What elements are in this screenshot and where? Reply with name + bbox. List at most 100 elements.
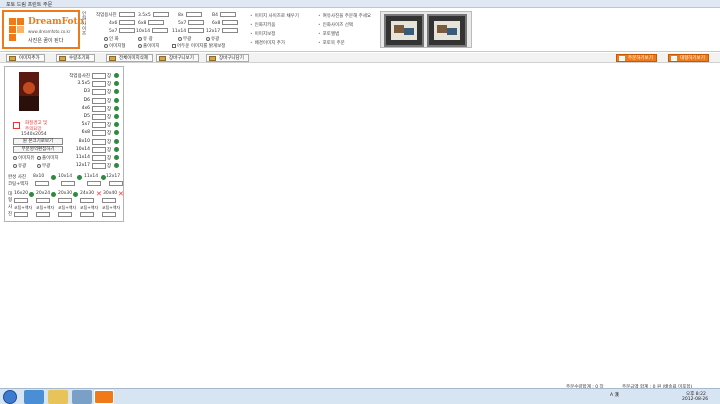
size-qty-c4-2[interactable]: 12x17: [206, 28, 239, 34]
size-qty-c2-2[interactable]: 10x14: [136, 28, 169, 34]
panel-option-image[interactable]: 이미지유: [13, 155, 35, 161]
view-cart-button[interactable]: 장바구니보기: [156, 54, 199, 62]
large-qty-select[interactable]: [80, 198, 94, 203]
link-correct[interactable]: 이미지보정: [250, 31, 276, 37]
large-qty-select[interactable]: [58, 198, 72, 203]
delete-icon: [109, 56, 116, 61]
size-unit: 장: [107, 82, 112, 88]
size-qty-c1-2[interactable]: 5x7: [109, 28, 136, 34]
check-icon: [114, 130, 119, 136]
check-icon: [51, 192, 56, 197]
option-glossy[interactable]: 유 광: [138, 36, 153, 42]
add-image-button[interactable]: 이미지추가: [6, 54, 45, 62]
size-row-label: 11x14: [75, 155, 90, 160]
large-frame-select[interactable]: [36, 212, 50, 217]
order-view-button[interactable]: 주문하기보기: [616, 54, 657, 62]
window-title: 포토 드림 프린트 주문: [6, 2, 53, 8]
media-taskbar-icon[interactable]: [72, 390, 92, 404]
large-frame-select[interactable]: [102, 212, 116, 217]
folder-icon: [9, 56, 16, 61]
crop-edit-button[interactable]: 부분영역편집하기: [13, 146, 63, 153]
panel-option-glossy[interactable]: 유광: [13, 163, 26, 169]
option-glossy-2[interactable]: 유광: [206, 36, 219, 42]
size-qty-c4-1[interactable]: 6x8: [212, 20, 239, 26]
large-frame-select[interactable]: [14, 212, 28, 217]
image-resolution: 1540x2054: [21, 132, 47, 137]
ie-taskbar-icon[interactable]: [24, 390, 44, 404]
size-qty-input[interactable]: [92, 73, 106, 79]
check-icon: [29, 192, 34, 197]
size-qty-c1-1[interactable]: 4x6: [109, 20, 136, 26]
option-print[interactable]: 인 화: [104, 36, 119, 42]
link-photo-album[interactable]: 포토앨범: [318, 31, 340, 37]
large-frame-select[interactable]: [58, 212, 72, 217]
size-qty-c4-0[interactable]: B4: [212, 12, 236, 18]
close-icon: ✕: [118, 190, 124, 198]
delete-all-button[interactable]: 전체이미지삭제: [106, 54, 153, 62]
size-qty-c2-1[interactable]: 6x8: [138, 20, 165, 26]
frame-qty-select[interactable]: [61, 181, 75, 186]
toolbar: 이미지추가 수량초기화 전체이미지삭제 장바구니보기 장바구니담기 주문하기보기…: [0, 53, 720, 63]
panel-option-matte[interactable]: 무광: [37, 163, 50, 169]
frame-qty-select[interactable]: [87, 181, 101, 186]
check-icon: [73, 192, 78, 197]
sample-thumbnails: [380, 11, 472, 48]
start-button[interactable]: [3, 390, 17, 404]
size-unit: 장: [107, 139, 112, 145]
thumbnail-2[interactable]: [427, 14, 467, 47]
check-icon: [114, 97, 119, 103]
explorer-taskbar-icon[interactable]: [48, 390, 68, 404]
dreamfoto-taskbar-icon[interactable]: [94, 390, 114, 404]
size-qty-input[interactable]: [92, 146, 106, 153]
warning-checkbox[interactable]: [13, 122, 20, 129]
size-row: 5x7 장: [65, 122, 125, 129]
size-qty-input[interactable]: [92, 89, 106, 96]
photo-thumbnail[interactable]: [19, 72, 39, 111]
size-qty-input[interactable]: [92, 81, 106, 88]
size-qty-input[interactable]: [92, 138, 106, 145]
option-image-type[interactable]: 이미지형: [104, 43, 126, 49]
option-matte[interactable]: 무광: [178, 36, 191, 42]
view-original-button[interactable]: 원 본크기로보기: [13, 138, 63, 145]
link-enlarge[interactable]: 인화지키움: [250, 22, 276, 28]
large-qty-select[interactable]: [36, 198, 50, 203]
link-add-background[interactable]: 배경이미지 추가: [250, 40, 285, 46]
size-qty-input[interactable]: [92, 122, 106, 129]
size-qty-c3-1[interactable]: 5x7: [178, 20, 205, 26]
size-qty-input[interactable]: [92, 105, 106, 112]
check-icon: [114, 138, 119, 144]
size-qty-input[interactable]: [92, 130, 106, 137]
size-qty-c2-0[interactable]: 3.5x5: [138, 12, 169, 18]
frame-qty-select[interactable]: [35, 181, 49, 186]
large-view-button[interactable]: 대형하기보기: [668, 54, 709, 62]
reset-qty-button[interactable]: 수량초기화: [56, 54, 95, 62]
ime-indicator[interactable]: A 漢: [610, 392, 619, 398]
option-full-image[interactable]: 풀이미지: [138, 43, 160, 49]
frame-qty-select[interactable]: [109, 181, 123, 186]
size-qty-c3-2[interactable]: 11x14: [172, 28, 205, 34]
link-fill-size[interactable]: 이미지 사이즈로 채우기: [250, 13, 299, 19]
size-qty-input[interactable]: [92, 114, 106, 120]
large-size-2: 20x30: [58, 191, 73, 196]
add-to-cart-button[interactable]: 장바구니담기: [206, 54, 249, 62]
large-icon: [671, 56, 677, 61]
size-qty-input[interactable]: [92, 155, 106, 161]
size-qty-c1-0[interactable]: 작업용사진: [96, 12, 135, 18]
panel-option-full[interactable]: 풀이미지: [37, 155, 59, 161]
size-qty-c3-0[interactable]: 8x: [178, 12, 202, 18]
large-qty-select[interactable]: [14, 198, 28, 203]
thumbnail-1[interactable]: [384, 14, 424, 47]
link-extra-order[interactable]: 여유사진을 주문해 주세요: [318, 13, 371, 19]
link-photobook[interactable]: 포토북 주문: [318, 40, 345, 46]
option-brighten-dark[interactable]: 어두운 이미지를 밝게보정: [172, 43, 225, 49]
size-qty-input[interactable]: [92, 163, 106, 170]
link-size-select[interactable]: 인화사이즈 선택: [318, 22, 353, 28]
side-label-1: 형: [8, 198, 13, 203]
size-section-label: 인화사이즈: [82, 12, 87, 37]
size-row-label: 5x7: [81, 122, 90, 128]
size-row-label: 6x8: [81, 130, 90, 136]
size-qty-input[interactable]: [92, 97, 106, 104]
large-frame-select[interactable]: [80, 212, 94, 217]
size-row-label: 3.5x5: [77, 81, 90, 87]
large-qty-select[interactable]: [102, 198, 116, 203]
